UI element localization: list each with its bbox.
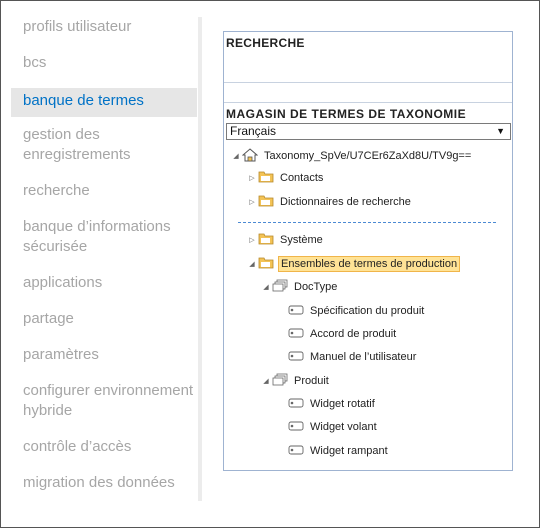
tree-term-widget-rotatif[interactable]: Widget rotatif [288, 395, 377, 413]
divider-line [224, 82, 512, 83]
nav-item-recherche[interactable]: recherche [11, 181, 197, 201]
nav-item-parametres[interactable]: paramètres [11, 345, 197, 365]
nav-item-applications[interactable]: applications [11, 273, 197, 293]
tree-node-contacts[interactable]: ▷ Contacts [246, 169, 325, 187]
app-frame: profils utilisateur bcs banque de termes… [0, 0, 540, 528]
term-store-panel: RECHERCHE MAGASIN DE TERMES DE TAXONOMIE… [223, 31, 513, 471]
tree-node-label: Widget rampant [310, 445, 388, 457]
separator-dashed [238, 222, 496, 223]
tree-term-accord[interactable]: Accord de produit [288, 325, 398, 343]
tree-node-dictionnaires[interactable]: ▷ Dictionnaires de recherche [246, 193, 413, 211]
nav-item-banque-informations-securisee[interactable]: banque d’informations sécurisée [11, 217, 197, 257]
term-icon [288, 328, 304, 341]
nav-item-migration-des-donnees[interactable]: migration des données [11, 473, 197, 493]
term-store-icon [241, 147, 259, 165]
language-select-value: Français [230, 124, 277, 138]
tree-node-label: Widget volant [310, 421, 377, 433]
term-icon [288, 445, 304, 458]
tree-expand-icon[interactable]: ▷ [246, 236, 258, 244]
folder-icon [258, 170, 274, 186]
folder-icon [258, 256, 274, 272]
tree-node-label: Widget rotatif [310, 398, 375, 410]
term-icon [288, 398, 304, 411]
tree-node-systeme[interactable]: ▷ Système [246, 231, 325, 249]
tree-term-widget-volant[interactable]: Widget volant [288, 418, 379, 436]
tree-node-root[interactable]: ◢ Taxonomy_SpVe/U7CEr6ZaXd8U/TV9g== [230, 147, 473, 165]
divider-line [224, 102, 512, 103]
nav-item-banque-de-termes[interactable]: banque de termes [11, 88, 197, 117]
tree-term-specification[interactable]: Spécification du produit [288, 302, 426, 320]
search-section-title: RECHERCHE [226, 36, 305, 50]
taxonomy-store-title: MAGASIN DE TERMES DE TAXONOMIE [226, 107, 467, 121]
nav-item-partage[interactable]: partage [11, 309, 197, 329]
nav-item-controle-acces[interactable]: contrôle d’accès [11, 437, 197, 457]
left-nav: profils utilisateur bcs banque de termes… [1, 1, 201, 527]
tree-node-label: Système [280, 234, 323, 246]
tree-expand-icon[interactable]: ▷ [246, 174, 258, 182]
nav-item-bcs[interactable]: bcs [11, 53, 197, 73]
folder-icon [258, 232, 274, 248]
dropdown-arrow-icon[interactable]: ▼ [496, 124, 505, 139]
term-icon [288, 351, 304, 364]
tree-collapse-icon[interactable]: ◢ [246, 260, 258, 268]
tree-node-label: Taxonomy_SpVe/U7CEr6ZaXd8U/TV9g== [264, 150, 472, 162]
language-select[interactable]: Français ▼ [226, 123, 511, 140]
tree-node-label: DocType [294, 281, 338, 293]
term-set-icon [272, 279, 288, 295]
nav-item-configurer-environnement-hybride[interactable]: configurer environnement hybride [11, 381, 197, 421]
tree-node-label: Spécification du produit [310, 305, 425, 317]
tree-node-doctype[interactable]: ◢ DocType [260, 278, 339, 296]
tree-term-widget-rampant[interactable]: Widget rampant [288, 442, 390, 460]
folder-icon [258, 194, 274, 210]
tree-term-manuel[interactable]: Manuel de l’utilisateur [288, 348, 418, 366]
term-icon [288, 305, 304, 318]
term-icon [288, 421, 304, 434]
nav-item-profils-utilisateur[interactable]: profils utilisateur [11, 17, 197, 37]
tree-node-label: Accord de produit [310, 328, 397, 340]
tree-node-label: Dictionnaires de recherche [280, 196, 411, 208]
tree-collapse-icon[interactable]: ◢ [230, 152, 242, 160]
tree-node-produit[interactable]: ◢ Produit [260, 372, 331, 390]
tree-expand-icon[interactable]: ▷ [246, 198, 258, 206]
term-set-icon [272, 373, 288, 389]
tree-collapse-icon[interactable]: ◢ [260, 377, 272, 385]
nav-divider [198, 17, 202, 501]
tree-collapse-icon[interactable]: ◢ [260, 283, 272, 291]
tree-node-label: Produit [294, 375, 329, 387]
tree-node-label-selected: Ensembles de termes de production [278, 256, 461, 272]
tree-node-label: Manuel de l’utilisateur [310, 351, 417, 363]
tree-node-ensembles-production[interactable]: ◢ Ensembles de termes de production [246, 255, 461, 273]
nav-item-gestion-des-enregistrements[interactable]: gestion des enregistrements [11, 125, 197, 165]
tree-node-label: Contacts [280, 172, 324, 184]
